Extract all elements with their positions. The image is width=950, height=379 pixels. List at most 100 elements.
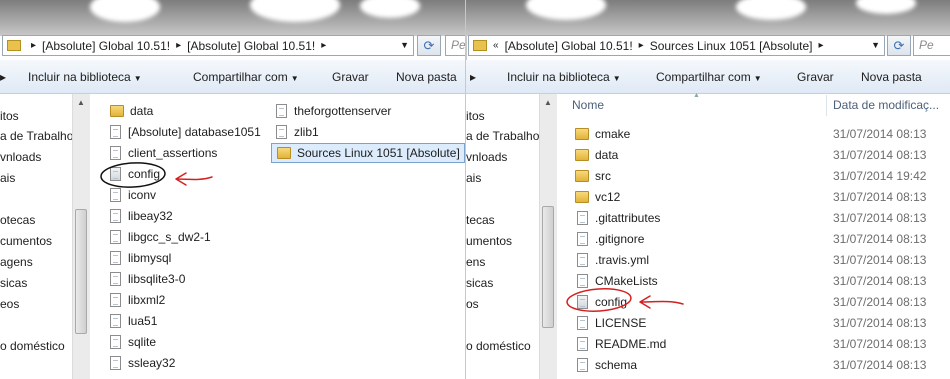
chevron-down-icon[interactable]: ▼ (400, 40, 409, 50)
nav-item[interactable]: otecas (0, 213, 35, 227)
item-label: LICENSE (595, 316, 647, 330)
list-item[interactable]: zlib1 (276, 122, 319, 142)
scroll-up-icon[interactable]: ▲ (77, 98, 85, 107)
modified-date: 31/07/2014 08:13 (833, 232, 927, 246)
list-item[interactable]: theforgottenserver (276, 101, 391, 121)
list-item[interactable]: libeay32 (110, 206, 173, 226)
include-library-label: Incluir na biblioteca (28, 70, 131, 84)
include-library-button[interactable]: Incluir na biblioteca ▼ (507, 70, 621, 84)
file-icon (110, 125, 121, 139)
list-item[interactable]: schema (577, 355, 637, 375)
chevron-right-icon[interactable]: ▸ (639, 40, 644, 51)
item-label: Sources Linux 1051 [Absolute] (297, 146, 460, 160)
include-library-button[interactable]: Incluir na biblioteca ▼ (28, 70, 142, 84)
nav-scrollbar[interactable]: ▲ (539, 94, 557, 379)
file-icon (110, 356, 121, 370)
item-label: libmysql (128, 251, 172, 265)
nav-item[interactable]: itos (0, 109, 19, 123)
list-item[interactable]: data (575, 145, 618, 165)
share-with-label: Compartilhar com (656, 70, 751, 84)
search-input[interactable]: Pe (913, 35, 950, 56)
scrollbar-thumb[interactable] (542, 206, 554, 328)
list-item[interactable]: README.md (577, 334, 666, 354)
nav-item[interactable]: ais (0, 171, 15, 185)
chevron-down-icon[interactable]: ▼ (871, 40, 880, 50)
file-icon (110, 314, 121, 328)
toolbar-arrow[interactable]: ▸ (0, 70, 6, 84)
refresh-button[interactable]: ⟳ (417, 35, 441, 56)
list-item[interactable]: libxml2 (110, 290, 165, 310)
list-item[interactable]: sqlite (110, 332, 156, 352)
nav-item[interactable]: tecas (466, 213, 495, 227)
list-item[interactable]: config (110, 164, 160, 184)
nav-item[interactable]: vnloads (466, 150, 507, 164)
list-item[interactable]: config (577, 292, 627, 312)
column-header-name[interactable]: Nome (572, 95, 604, 116)
list-item[interactable]: libmysql (110, 248, 171, 268)
toolbar-arrow[interactable]: ▸ (470, 70, 476, 84)
refresh-button[interactable]: ⟳ (887, 35, 911, 56)
list-item[interactable]: [Absolute] database1051 (110, 122, 261, 142)
chevron-right-icon[interactable]: ▸ (321, 40, 326, 51)
address-bar[interactable]: « [Absolute] Global 10.51! ▸ Sources Lin… (468, 35, 885, 56)
scrollbar-thumb[interactable] (75, 209, 87, 334)
burn-button[interactable]: Gravar (332, 70, 369, 84)
list-item[interactable]: libsqlite3-0 (110, 269, 185, 289)
nav-item[interactable]: eos (0, 297, 19, 311)
column-header-date[interactable]: Data de modificaç... (833, 95, 939, 116)
address-bar[interactable]: ▸ [Absolute] Global 10.51! ▸ [Absolute] … (2, 35, 414, 56)
nav-item[interactable]: vnloads (0, 150, 41, 164)
nav-item[interactable]: a de Trabalho (466, 129, 539, 143)
nav-item[interactable]: ens (466, 255, 485, 269)
nav-item[interactable]: sicas (466, 276, 493, 290)
nav-item[interactable]: o doméstico (0, 339, 65, 353)
list-item[interactable]: cmake (575, 124, 630, 144)
share-with-button[interactable]: Compartilhar com ▼ (193, 70, 299, 84)
search-input[interactable]: Pe (445, 35, 466, 56)
list-item[interactable]: lua51 (110, 311, 157, 331)
nav-item[interactable]: a de Trabalho (0, 129, 73, 143)
folder-icon (575, 170, 589, 182)
breadcrumb-item[interactable]: [Absolute] Global 10.51! (42, 39, 170, 53)
item-label: theforgottenserver (294, 104, 392, 118)
list-item[interactable]: .travis.yml (577, 250, 649, 270)
list-item[interactable]: libgcc_s_dw2-1 (110, 227, 211, 247)
chevron-right-icon[interactable]: ▸ (176, 40, 181, 51)
folder-icon (575, 128, 589, 140)
list-item-selected[interactable]: Sources Linux 1051 [Absolute] (271, 143, 465, 163)
list-item[interactable]: LICENSE (577, 313, 646, 333)
breadcrumb-item[interactable]: Sources Linux 1051 [Absolute] (650, 39, 813, 53)
list-item[interactable]: iconv (110, 185, 156, 205)
list-item[interactable]: client_assertions (110, 143, 217, 163)
list-item[interactable]: ssleay32 (110, 353, 175, 373)
list-item[interactable]: vc12 (575, 187, 620, 207)
modified-date: 31/07/2014 08:13 (833, 358, 927, 372)
scroll-up-icon[interactable]: ▲ (544, 98, 552, 107)
overflow-chevron[interactable]: « (493, 40, 499, 51)
chevron-right-icon[interactable]: ▸ (818, 40, 823, 51)
column-divider[interactable] (826, 95, 827, 116)
navigation-pane: itos a de Trabalho vnloads ais tecas ume… (466, 94, 542, 379)
share-with-button[interactable]: Compartilhar com ▼ (656, 70, 762, 84)
chevron-right-icon[interactable]: ▸ (31, 40, 36, 51)
nav-item[interactable]: agens (0, 255, 33, 269)
list-item[interactable]: src (575, 166, 611, 186)
new-folder-button[interactable]: Nova pasta (861, 70, 922, 84)
nav-item[interactable]: umentos (466, 234, 512, 248)
nav-item[interactable]: cumentos (0, 234, 52, 248)
nav-item[interactable]: sicas (0, 276, 27, 290)
nav-item[interactable]: o doméstico (466, 339, 531, 353)
folder-icon (110, 105, 124, 117)
breadcrumb-item[interactable]: [Absolute] Global 10.51! (187, 39, 315, 53)
new-folder-button[interactable]: Nova pasta (396, 70, 457, 84)
breadcrumb-item[interactable]: [Absolute] Global 10.51! (505, 39, 633, 53)
nav-item[interactable]: os (466, 297, 479, 311)
list-item[interactable]: CMakeLists (577, 271, 658, 291)
nav-item[interactable]: ais (466, 171, 481, 185)
list-item[interactable]: data (110, 101, 153, 121)
list-item[interactable]: .gitattributes (577, 208, 660, 228)
nav-item[interactable]: itos (466, 109, 485, 123)
burn-button[interactable]: Gravar (797, 70, 834, 84)
nav-scrollbar[interactable]: ▲ (72, 94, 90, 379)
list-item[interactable]: .gitignore (577, 229, 644, 249)
